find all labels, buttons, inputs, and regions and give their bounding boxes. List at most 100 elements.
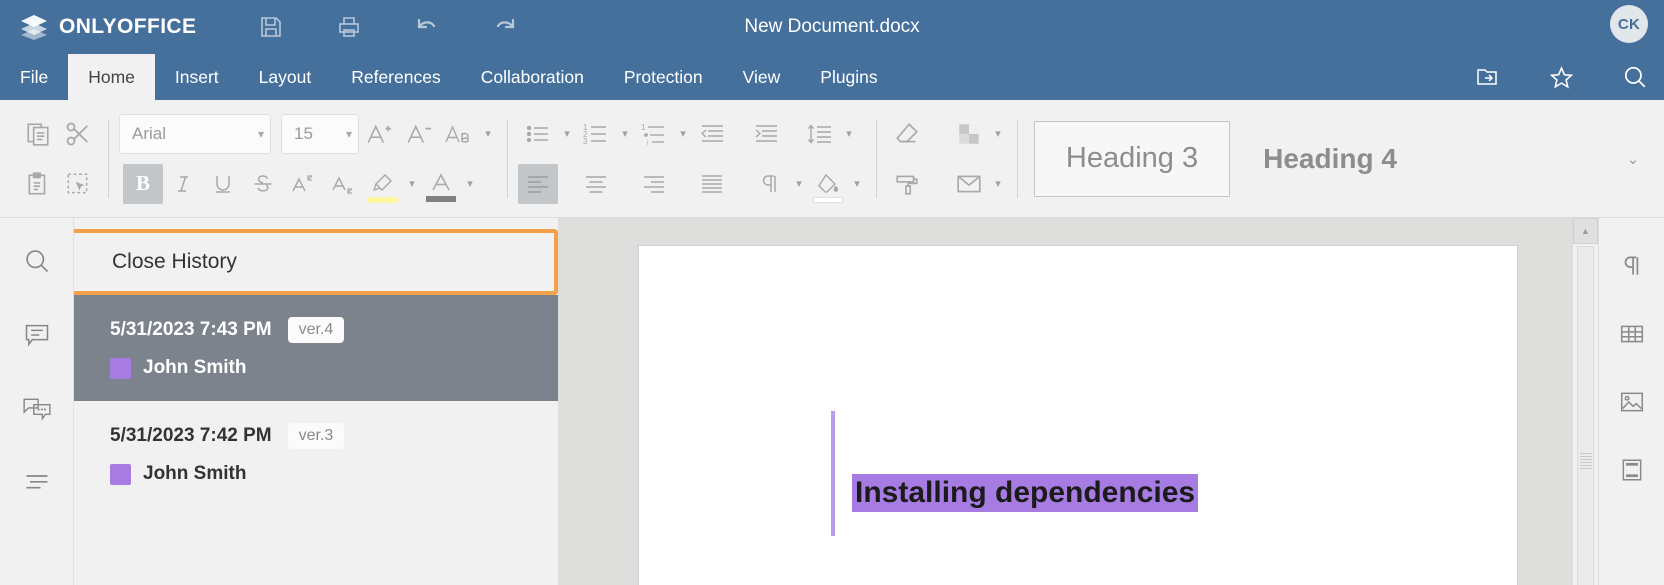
- multilevel-list-icon[interactable]: 1 i: [634, 114, 674, 154]
- font-color-icon[interactable]: [421, 164, 461, 204]
- author-name: John Smith: [143, 357, 247, 378]
- decrease-font-size-icon[interactable]: [399, 114, 439, 154]
- tab-insert[interactable]: Insert: [155, 54, 239, 100]
- tab-home[interactable]: Home: [68, 54, 155, 100]
- favorite-star-icon[interactable]: [1546, 62, 1576, 92]
- font-family-select[interactable]: Arial ▾: [119, 113, 271, 154]
- version-history-item[interactable]: 5/31/2023 7:42 PM ver.3 John Smith: [74, 401, 558, 507]
- header-footer-settings-icon[interactable]: [1612, 450, 1652, 490]
- version-history-item[interactable]: 5/31/2023 7:43 PM ver.4 John Smith: [74, 295, 558, 401]
- italic-button[interactable]: [163, 164, 203, 204]
- bullet-list-icon[interactable]: [518, 114, 558, 154]
- author-color-swatch: [110, 357, 131, 379]
- ribbon-divider: [1017, 119, 1018, 198]
- author-color-swatch: [110, 463, 131, 485]
- subscript-button[interactable]: [323, 164, 363, 204]
- version-history-panel: Close History 5/31/2023 7:43 PM ver.4 Jo…: [74, 218, 558, 585]
- chevron-down-icon[interactable]: ▾: [848, 164, 866, 204]
- table-borders-icon[interactable]: [949, 114, 989, 154]
- version-badge: ver.4: [287, 317, 345, 343]
- redo-icon[interactable]: [490, 12, 520, 42]
- chevron-down-icon[interactable]: ▾: [479, 114, 497, 154]
- chevron-down-icon[interactable]: ▾: [989, 114, 1007, 154]
- scroll-up-arrow-icon[interactable]: ▲: [1573, 218, 1598, 244]
- document-page[interactable]: Installing dependencies: [638, 245, 1518, 585]
- chevron-down-icon[interactable]: ▾: [674, 114, 692, 154]
- document-heading[interactable]: Installing dependencies: [852, 474, 1199, 512]
- ribbon-divider: [876, 119, 877, 198]
- open-file-location-icon[interactable]: [1472, 62, 1502, 92]
- version-header: 5/31/2023 7:43 PM ver.4: [110, 317, 558, 343]
- style-heading-3[interactable]: Heading 3: [1034, 120, 1230, 197]
- user-avatar[interactable]: CK: [1610, 5, 1648, 43]
- select-all-icon[interactable]: [58, 164, 98, 204]
- tab-collaboration[interactable]: Collaboration: [461, 54, 604, 100]
- version-datetime: 5/31/2023 7:43 PM: [110, 319, 272, 340]
- tab-plugins[interactable]: Plugins: [800, 54, 897, 100]
- scrollbar-thumb[interactable]: [1577, 246, 1594, 585]
- align-left-button[interactable]: [518, 163, 558, 204]
- chevron-down-icon[interactable]: ▾: [461, 164, 479, 204]
- brand[interactable]: ONLYOFFICE: [0, 14, 196, 40]
- save-icon[interactable]: [256, 12, 286, 42]
- onlyoffice-logo-icon: [20, 14, 48, 40]
- chevron-down-icon[interactable]: ▾: [403, 164, 421, 204]
- show-formatting-marks-icon[interactable]: [750, 164, 790, 204]
- paragraph-settings-icon[interactable]: [1612, 246, 1652, 286]
- tab-references[interactable]: References: [331, 54, 461, 100]
- sidebar-item-chat[interactable]: [16, 388, 58, 430]
- increase-indent-icon[interactable]: [746, 114, 786, 154]
- font-group: Arial ▾ 15 ▾ ▾ B ▾ ▾: [119, 100, 497, 217]
- chevron-down-icon[interactable]: ▾: [558, 114, 576, 154]
- bold-button[interactable]: B: [123, 163, 163, 204]
- copy-icon[interactable]: [18, 114, 58, 154]
- tab-view[interactable]: View: [723, 54, 801, 100]
- undo-icon[interactable]: [412, 12, 442, 42]
- font-family-value: Arial: [132, 123, 167, 143]
- expand-styles-chevron-down-icon[interactable]: ⌄: [1618, 144, 1648, 174]
- format-painter-icon[interactable]: [887, 164, 927, 204]
- underline-button[interactable]: [203, 164, 243, 204]
- highlight-color-icon[interactable]: [363, 164, 403, 204]
- sidebar-item-headings[interactable]: [16, 462, 58, 504]
- tab-file[interactable]: File: [0, 54, 68, 100]
- chevron-down-icon[interactable]: ▾: [790, 164, 808, 204]
- superscript-button[interactable]: [283, 164, 323, 204]
- change-case-icon[interactable]: [439, 114, 479, 154]
- paste-icon[interactable]: [18, 164, 58, 204]
- document-canvas[interactable]: Installing dependencies ▲: [558, 218, 1598, 585]
- font-size-select[interactable]: 15 ▾: [281, 113, 359, 154]
- line-spacing-icon[interactable]: [800, 114, 840, 154]
- justify-button[interactable]: [692, 164, 732, 204]
- align-center-button[interactable]: [576, 164, 616, 204]
- sidebar-item-search[interactable]: [16, 240, 58, 282]
- cut-icon[interactable]: [58, 114, 98, 154]
- chevron-down-icon[interactable]: ▾: [989, 164, 1007, 204]
- ribbon-divider: [108, 119, 109, 198]
- mail-merge-icon[interactable]: [949, 164, 989, 204]
- numbered-list-icon[interactable]: 1 2 3: [576, 114, 616, 154]
- tab-layout[interactable]: Layout: [239, 54, 332, 100]
- chevron-down-icon[interactable]: ▾: [616, 114, 634, 154]
- version-author: John Smith: [110, 463, 558, 485]
- sidebar-item-comments[interactable]: [16, 314, 58, 356]
- align-right-button[interactable]: [634, 164, 674, 204]
- print-icon[interactable]: [334, 12, 364, 42]
- chevron-down-icon: ▾: [257, 126, 264, 141]
- close-history-button[interactable]: Close History: [74, 229, 558, 295]
- style-heading-4[interactable]: Heading 4: [1230, 121, 1430, 197]
- increase-font-size-icon[interactable]: [359, 114, 399, 154]
- chevron-down-icon[interactable]: ▾: [840, 114, 858, 154]
- ribbon-tabs: File Home Insert Layout References Colla…: [0, 54, 1664, 100]
- clear-formatting-icon[interactable]: [887, 114, 927, 154]
- shading-color-icon[interactable]: [808, 164, 848, 204]
- vertical-scrollbar[interactable]: ▲: [1572, 218, 1598, 585]
- search-icon[interactable]: [1620, 62, 1650, 92]
- decrease-indent-icon[interactable]: [692, 114, 732, 154]
- image-settings-icon[interactable]: [1612, 382, 1652, 422]
- table-settings-icon[interactable]: [1612, 314, 1652, 354]
- strikethrough-button[interactable]: [243, 164, 283, 204]
- tab-protection[interactable]: Protection: [604, 54, 723, 100]
- version-badge: ver.3: [287, 423, 345, 449]
- ribbon-toolbar: Arial ▾ 15 ▾ ▾ B ▾ ▾ ▾ 1 2 3 ▾ 1 i ▾ ▾ ▾…: [0, 100, 1664, 218]
